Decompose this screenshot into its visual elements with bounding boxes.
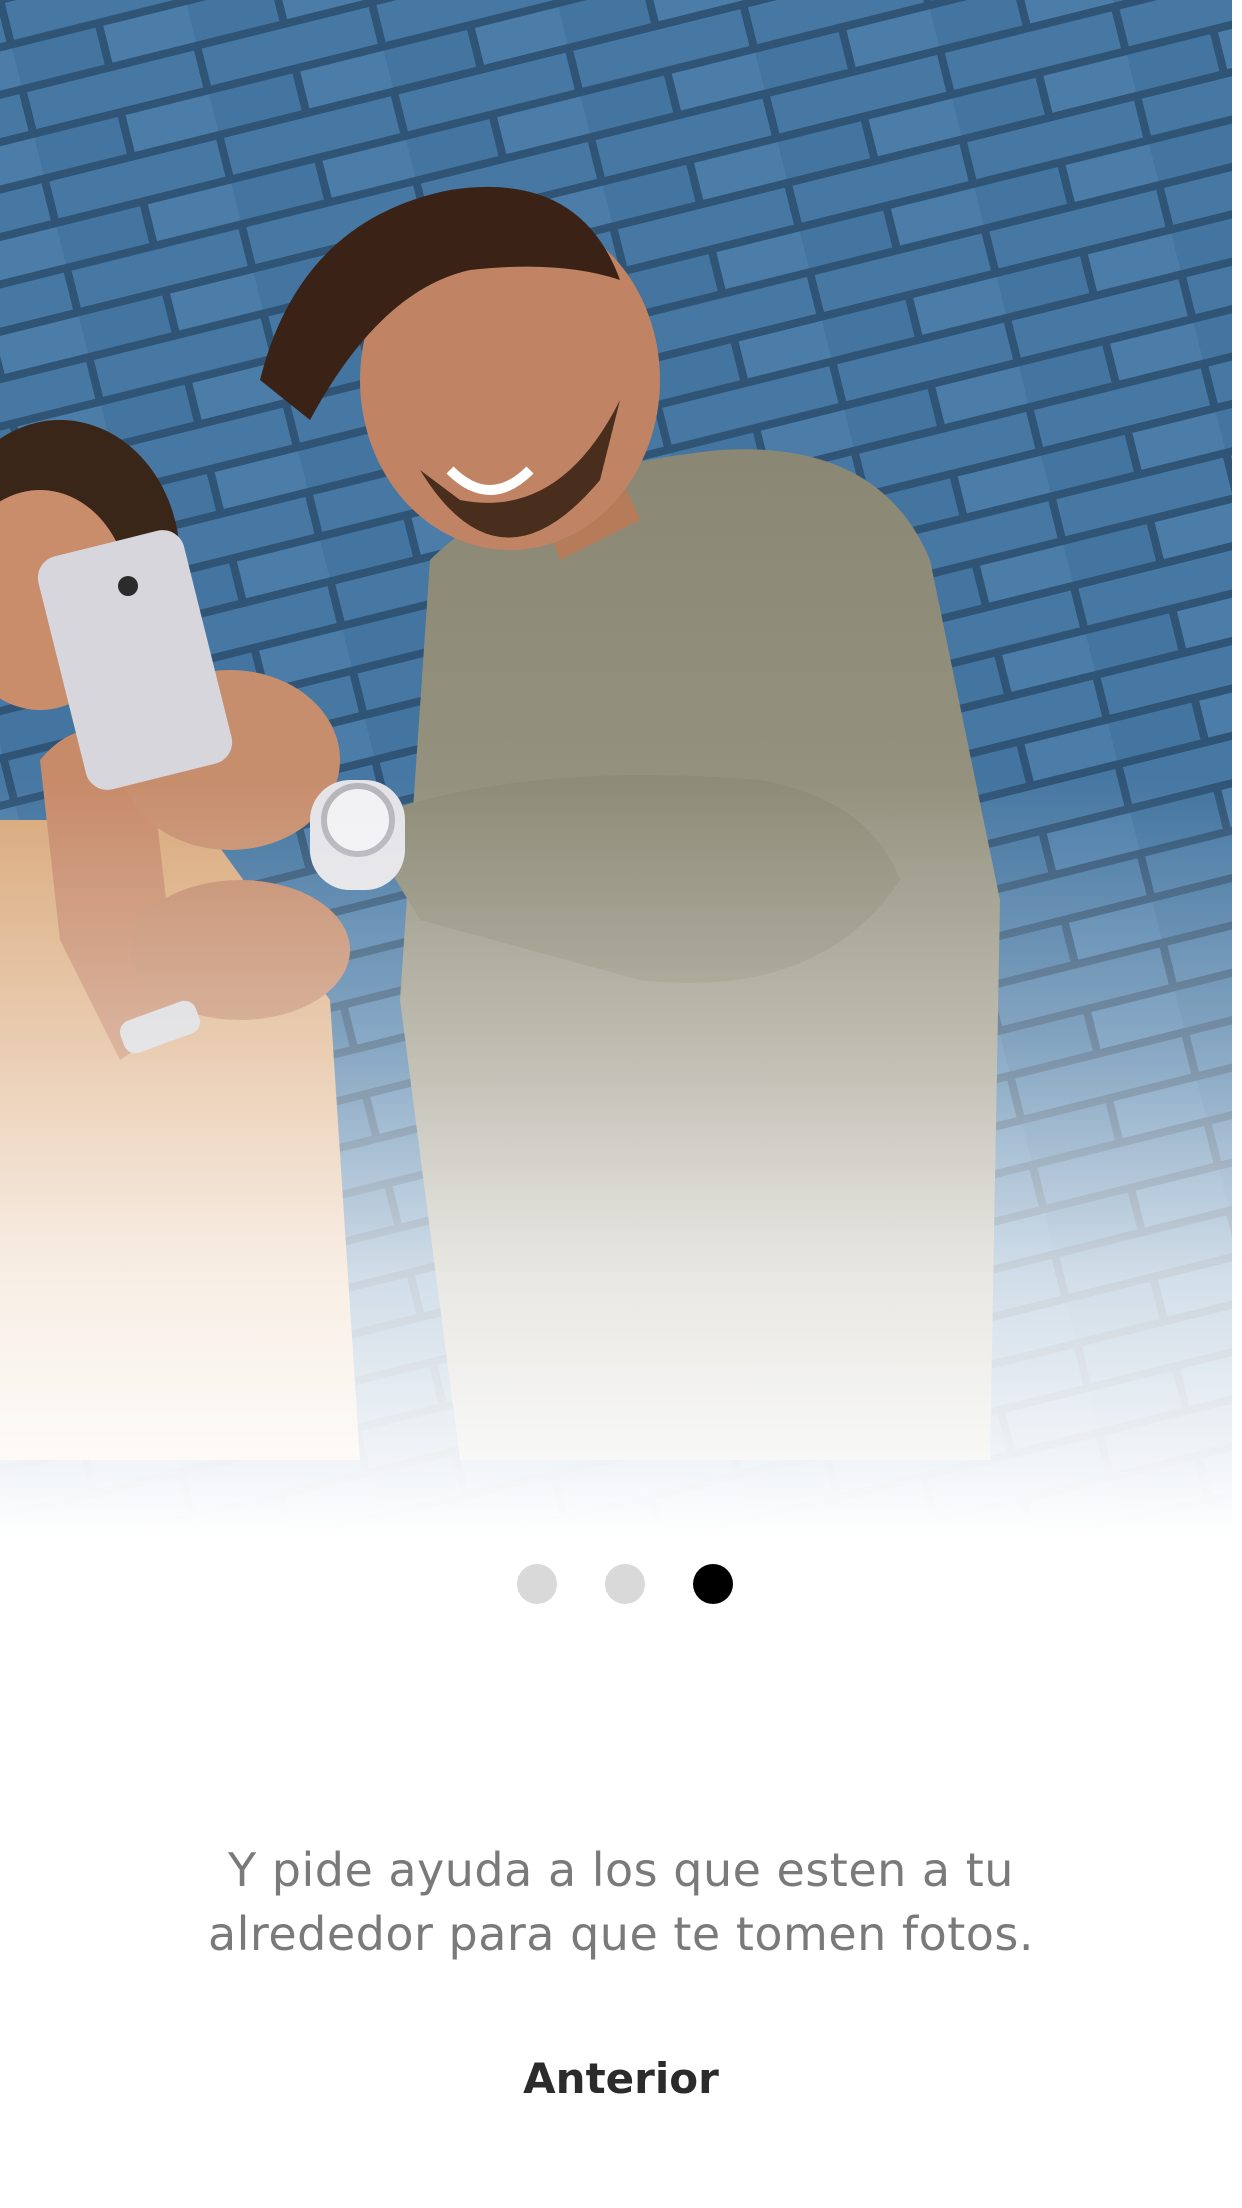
page-indicator <box>0 1562 1242 1606</box>
page-dot-3-active[interactable] <box>693 1564 733 1604</box>
hero-photo-illustration <box>0 0 1232 1540</box>
hero-image <box>0 0 1232 1540</box>
previous-button[interactable]: Anterior <box>471 2040 771 2116</box>
onboarding-caption: Y pide ayuda a los que esten a tu alrede… <box>207 1843 1035 1961</box>
page-dot-1[interactable] <box>517 1564 557 1604</box>
page-dot-2[interactable] <box>605 1564 645 1604</box>
